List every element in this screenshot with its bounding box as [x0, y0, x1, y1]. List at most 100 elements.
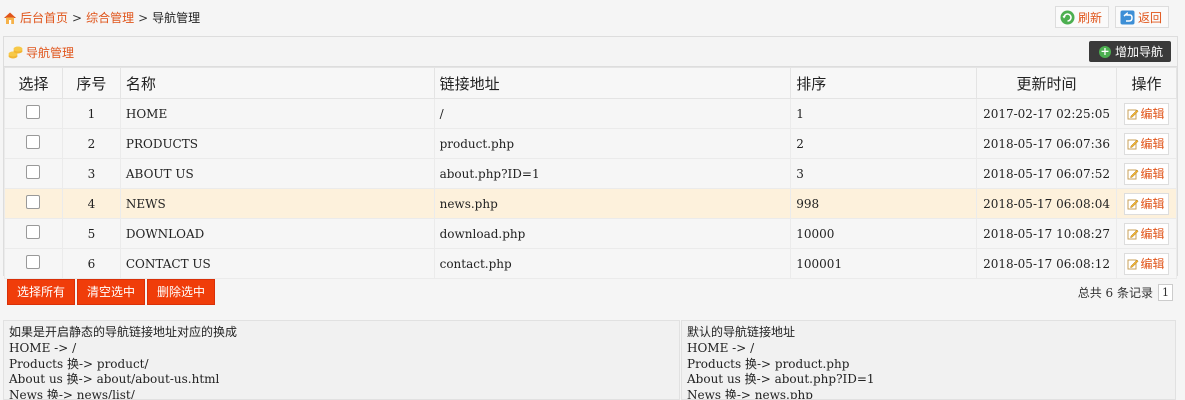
row-updated: 2018-05-17 06:08:04 — [976, 188, 1117, 219]
edit-label: 编辑 — [1140, 107, 1165, 121]
row-updated: 2018-05-17 06:07:36 — [976, 128, 1117, 159]
row-order: 1 — [790, 98, 978, 129]
row-actions: 编辑 — [1115, 128, 1178, 159]
nav-management-panel: 导航管理 + 增加导航 选择 序号 名称 链接地址 排序 更新时间 操作 1 HO… — [3, 36, 1178, 279]
page-number[interactable]: 1 — [1158, 284, 1173, 301]
table-row: 2 PRODUCTS product.php 2 2018-05-17 06:07:36… — [4, 128, 1178, 159]
row-number: 2 — [61, 128, 121, 159]
row-updated: 2018-05-17 06:08:12 — [976, 248, 1117, 279]
row-select-cell — [4, 248, 63, 279]
row-order: 10000 — [790, 218, 978, 249]
back-icon — [1120, 10, 1135, 25]
edit-button[interactable]: 编辑 — [1124, 162, 1169, 185]
clear-selection-button[interactable]: 清空选中 — [77, 279, 145, 305]
refresh-label: 刷新 — [1077, 10, 1102, 25]
table-row: 1 HOME/1 2017-02-17 02:25:05 编辑 — [4, 98, 1178, 129]
row-name: DOWNLOAD — [119, 218, 435, 249]
row-updated: 2018-05-17 06:07:52 — [976, 158, 1117, 189]
row-checkbox[interactable] — [26, 255, 41, 269]
breadcrumb-current: 导航管理 — [152, 11, 201, 25]
back-button[interactable]: 返回 — [1114, 6, 1169, 28]
row-updated: 2018-05-17 10:08:27 — [976, 218, 1117, 249]
header-number: 序号 — [61, 67, 121, 99]
home-icon — [3, 11, 17, 25]
row-select-cell — [4, 218, 63, 249]
row-actions: 编辑 — [1115, 218, 1178, 249]
refresh-button[interactable]: 刷新 — [1054, 6, 1109, 28]
bulk-action-bar: 选择所有 清空选中 删除选中 总共 6 条记录 1 — [3, 275, 1176, 307]
row-checkbox[interactable] — [26, 105, 41, 119]
table-row: 5 DOWNLOAD download.php 10000 2018-05-17 10:… — [4, 218, 1178, 249]
row-name: HOME — [119, 98, 435, 129]
top-bar: 后台首页 > 综合管理 > 导航管理 刷新 返回 — [0, 0, 1185, 34]
pencil-icon — [1127, 168, 1140, 180]
row-select-cell — [4, 158, 63, 189]
breadcrumb: 后台首页 > 综合管理 > 导航管理 — [3, 9, 200, 26]
pencil-icon — [1127, 228, 1140, 240]
row-number: 6 — [61, 248, 121, 279]
add-nav-label: 增加导航 — [1114, 45, 1163, 59]
row-actions: 编辑 — [1115, 188, 1178, 219]
row-select-cell — [4, 128, 63, 159]
coins-icon — [8, 45, 23, 60]
row-link: contact.php — [433, 248, 792, 279]
note-line: HOME -> / — [687, 340, 755, 355]
edit-button[interactable]: 编辑 — [1124, 252, 1169, 275]
edit-label: 编辑 — [1140, 257, 1165, 271]
row-actions: 编辑 — [1115, 98, 1178, 129]
pencil-icon — [1127, 108, 1140, 120]
row-order: 2 — [790, 128, 978, 159]
row-checkbox[interactable] — [26, 225, 41, 239]
breadcrumb-separator: > — [72, 10, 83, 25]
row-number: 1 — [61, 98, 121, 129]
note-line: About us 换-> about.php?ID=1 — [687, 372, 875, 387]
breadcrumb-separator: > — [138, 10, 149, 25]
total-records: 总共 6 条记录 — [1077, 286, 1153, 300]
note-line: About us 换-> about/about-us.html — [9, 372, 220, 387]
row-name: CONTACT US — [119, 248, 435, 279]
edit-button[interactable]: 编辑 — [1124, 102, 1169, 125]
panel-title: 导航管理 — [8, 44, 74, 61]
row-name: PRODUCTS — [119, 128, 435, 159]
row-updated: 2017-02-17 02:25:05 — [976, 98, 1117, 129]
header-actions: 操作 — [1115, 67, 1178, 99]
edit-button[interactable]: 编辑 — [1124, 132, 1169, 155]
edit-label: 编辑 — [1140, 167, 1165, 181]
table-row: 6 CONTACT US contact.php 100001 2018-05-17 0… — [4, 248, 1178, 279]
row-number: 3 — [61, 158, 121, 189]
breadcrumb-home-link[interactable]: 后台首页 — [20, 9, 68, 26]
note-line: News 换-> news/list/ — [9, 388, 135, 400]
row-name: ABOUT US — [119, 158, 435, 189]
table-header-row: 选择 序号 名称 链接地址 排序 更新时间 操作 — [4, 67, 1178, 99]
note-line: News 换-> news.php — [687, 388, 813, 400]
edit-button[interactable]: 编辑 — [1124, 192, 1169, 215]
edit-button[interactable]: 编辑 — [1124, 222, 1169, 245]
add-nav-button[interactable]: + 增加导航 — [1088, 41, 1171, 62]
row-checkbox[interactable] — [26, 195, 41, 209]
pencil-icon — [1127, 258, 1140, 270]
row-number: 5 — [61, 218, 121, 249]
default-link-notes: 默认的导航链接地址 HOME -> / Products 换-> product.p… — [681, 320, 1176, 400]
select-all-button[interactable]: 选择所有 — [7, 279, 75, 305]
row-link: product.php — [433, 128, 792, 159]
row-checkbox[interactable] — [26, 165, 41, 179]
row-name: NEWS — [119, 188, 435, 219]
note-line: HOME -> / — [9, 340, 77, 355]
panel-title-text: 导航管理 — [26, 46, 75, 60]
table-row: 4 NEWS news.php 998 2018-05-17 06:08:04 编辑 — [4, 188, 1178, 219]
row-actions: 编辑 — [1115, 248, 1178, 279]
header-order: 排序 — [790, 67, 978, 99]
row-checkbox[interactable] — [26, 135, 41, 149]
delete-selected-button[interactable]: 删除选中 — [147, 279, 215, 305]
row-actions: 编辑 — [1115, 158, 1178, 189]
plus-icon: + — [1098, 44, 1111, 58]
breadcrumb-section-link[interactable]: 综合管理 — [86, 9, 134, 26]
note-line: 如果是开启静态的导航链接地址对应的换成 — [9, 325, 238, 339]
pagination: 总共 6 条记录 1 — [1078, 284, 1173, 301]
note-line: Products 换-> product.php — [687, 356, 850, 371]
nav-table: 选择 序号 名称 链接地址 排序 更新时间 操作 1 HOME/1 2017-02-… — [4, 67, 1178, 279]
header-link: 链接地址 — [433, 67, 792, 99]
table-row: 3 ABOUT US about.php?ID=1 3 2018-05-17 06:07… — [4, 158, 1178, 189]
static-link-notes: 如果是开启静态的导航链接地址对应的换成 HOME -> / Products 换->… — [3, 320, 680, 400]
note-line: Products 换-> product/ — [9, 356, 149, 371]
